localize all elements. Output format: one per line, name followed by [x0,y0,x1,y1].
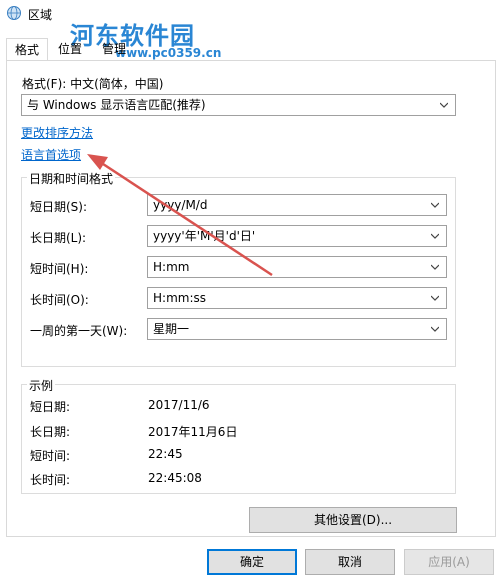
example-short-time-label: 短时间: [30,449,71,463]
examples-title: 示例 [27,377,56,394]
change-sort-link[interactable]: 更改排序方法 [21,124,93,141]
long-time-dropdown[interactable]: H:mm:ss [147,287,447,309]
chevron-down-icon [431,264,439,270]
example-long-date-value: 2017年11月6日 [148,425,238,439]
tab-administrative[interactable]: 管理 [94,38,134,60]
short-time-label: 短时间(H): [30,262,89,276]
examples-group [21,384,456,494]
first-day-of-week-value: 星期一 [153,322,190,336]
chevron-down-icon [431,295,439,301]
first-day-of-week-label: 一周的第一天(W): [30,324,128,338]
short-date-dropdown[interactable]: yyyy/M/d [147,194,447,216]
tab-format[interactable]: 格式 [6,38,48,61]
language-preferences-link[interactable]: 语言首选项 [21,146,81,163]
window-title: 区域 [28,8,53,22]
first-day-of-week-dropdown[interactable]: 星期一 [147,318,447,340]
chevron-down-icon [431,233,439,239]
format-dropdown-value: 与 Windows 显示语言匹配(推荐) [27,98,206,112]
globe-icon [7,6,21,20]
example-long-date-label: 长日期: [30,425,71,439]
long-time-label: 长时间(O): [30,293,89,307]
apply-button[interactable]: 应用(A) [404,549,494,575]
short-time-dropdown[interactable]: H:mm [147,256,447,278]
chevron-down-icon [431,326,439,332]
format-label: 格式(F): 中文(简体，中国) [22,77,164,91]
long-date-dropdown[interactable]: yyyy'年'M'月'd'日' [147,225,447,247]
long-time-value: H:mm:ss [153,291,206,305]
example-short-date-value: 2017/11/6 [148,398,210,412]
chevron-down-icon [440,102,448,108]
ok-button[interactable]: 确定 [207,549,297,575]
example-long-time-label: 长时间: [30,473,71,487]
short-date-value: yyyy/M/d [153,198,208,212]
example-long-time-value: 22:45:08 [148,471,202,485]
other-settings-button[interactable]: 其他设置(D)... [249,507,457,533]
example-short-time-value: 22:45 [148,447,183,461]
example-short-date-label: 短日期: [30,400,71,414]
format-dropdown[interactable]: 与 Windows 显示语言匹配(推荐) [21,94,456,116]
long-date-value: yyyy'年'M'月'd'日' [153,229,256,243]
cancel-button[interactable]: 取消 [305,549,395,575]
datetime-formats-title: 日期和时间格式 [27,170,116,187]
long-date-label: 长日期(L): [30,231,87,245]
chevron-down-icon [431,202,439,208]
short-date-label: 短日期(S): [30,200,88,214]
short-time-value: H:mm [153,260,190,274]
tab-location[interactable]: 位置 [50,38,90,60]
